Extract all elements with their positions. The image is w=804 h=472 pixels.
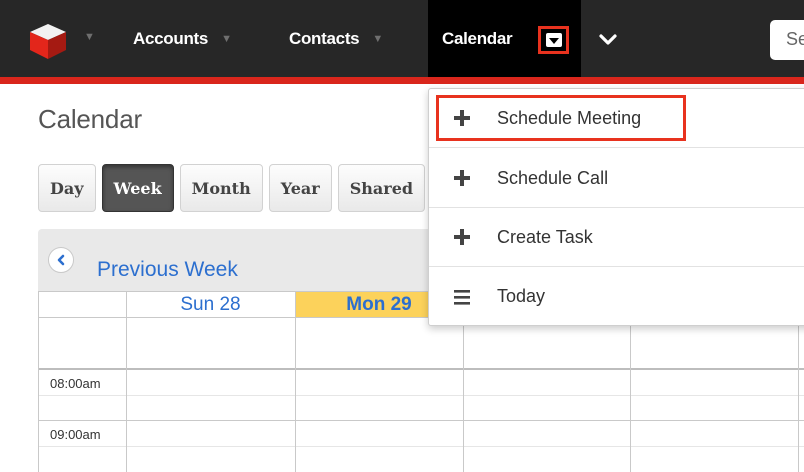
menu-item-today[interactable]: Today: [429, 267, 804, 326]
page-title: Calendar: [38, 104, 142, 134]
sugar-cube-logo-icon[interactable]: [28, 22, 68, 60]
nav-item-calendar[interactable]: Calendar: [442, 0, 513, 77]
menu-item-label: Create Task: [497, 226, 593, 247]
time-label: 09:00am: [50, 427, 101, 442]
nav-item-label: Calendar: [442, 28, 513, 48]
day-header-sun[interactable]: Sun 28: [126, 294, 295, 316]
plus-icon: [454, 170, 470, 186]
view-month-button[interactable]: Month: [179, 164, 263, 212]
nav-item-label: Accounts: [133, 28, 209, 48]
chevron-down-icon[interactable]: ▼: [221, 33, 232, 45]
previous-week-icon[interactable]: [48, 247, 74, 273]
plus-icon: [454, 229, 470, 245]
global-search-input[interactable]: Se: [770, 20, 804, 60]
time-label: 08:00am: [50, 376, 101, 391]
nav-accent-line: [0, 77, 804, 84]
top-nav-bar: [0, 0, 804, 84]
more-modules-chevron-icon[interactable]: [596, 28, 620, 52]
menu-item-schedule-call[interactable]: Schedule Call: [429, 149, 804, 208]
nav-item-label: Contacts: [289, 28, 360, 48]
menu-item-create-task[interactable]: Create Task: [429, 208, 804, 267]
calendar-view-buttons: Day Week Month Year Shared: [38, 164, 426, 212]
chevron-down-icon[interactable]: ▼: [372, 33, 383, 45]
calendar-dropdown-toggle[interactable]: [538, 26, 569, 54]
view-week-button[interactable]: Week: [101, 164, 174, 212]
caret-down-icon: [545, 33, 562, 47]
menu-item-label: Today: [497, 286, 546, 306]
previous-week-link[interactable]: Previous Week: [97, 258, 238, 282]
view-shared-button[interactable]: Shared: [337, 164, 426, 212]
list-icon: [454, 289, 470, 305]
logo-caret-icon[interactable]: ▼: [84, 31, 95, 43]
nav-item-accounts[interactable]: Accounts ▼: [133, 0, 232, 77]
schedule-meeting-highlight: [436, 95, 686, 141]
search-text: Se: [786, 29, 804, 49]
nav-item-contacts[interactable]: Contacts ▼: [289, 0, 383, 77]
view-year-button[interactable]: Year: [268, 164, 332, 212]
menu-item-label: Schedule Call: [497, 167, 609, 188]
view-day-button[interactable]: Day: [38, 164, 96, 212]
